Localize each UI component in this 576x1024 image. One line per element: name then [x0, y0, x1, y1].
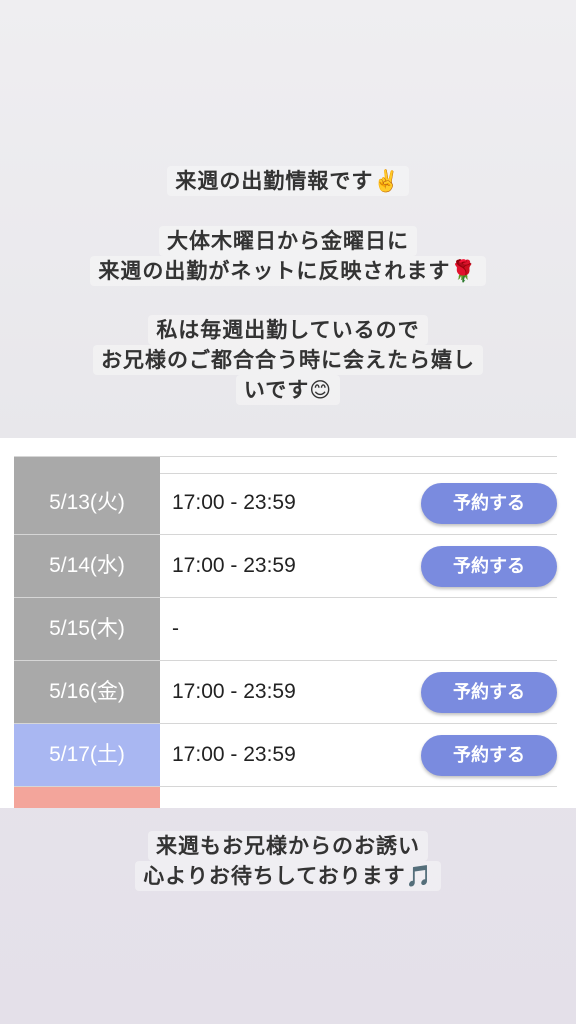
outro-line-2: 心よりお待ちしております🎵	[135, 861, 441, 891]
intro-line-1: 来週の出勤情報です✌️	[167, 166, 409, 196]
intro-line-6: いです😊	[235, 375, 341, 405]
intro-caption: 来週の出勤情報です✌️	[0, 166, 576, 196]
intro-line-3: 来週の出勤がネットに反映されます🌹	[90, 256, 486, 286]
reserve-button[interactable]: 予約する	[421, 672, 557, 713]
schedule-row: 5/13(火) 17:00 - 23:59 予約する	[14, 472, 557, 535]
intro-line-2: 大体木曜日から金曜日に	[159, 226, 417, 256]
schedule-row-saturday: 5/17(土) 17:00 - 23:59 予約する	[14, 724, 557, 787]
date-cell: 5/16(金)	[14, 661, 160, 723]
date-cell: 5/15(木)	[14, 598, 160, 660]
reserve-button[interactable]: 予約する	[421, 483, 557, 524]
date-cell: 5/13(火)	[14, 472, 160, 534]
intro-line-5: お兄様のご都合合う時に会えたら嬉し	[93, 345, 483, 375]
schedule-row: 5/15(木) -	[14, 598, 557, 661]
schedule-row: 5/16(金) 17:00 - 23:59 予約する	[14, 661, 557, 724]
time-cell: 17:00 - 23:59	[172, 554, 296, 577]
reserve-button[interactable]: 予約する	[421, 546, 557, 587]
date-cell: 5/14(水)	[14, 535, 160, 597]
time-cell: -	[172, 617, 179, 640]
intro-line-4: 私は毎週出勤しているので	[148, 315, 428, 345]
intro-caption-3: 私は毎週出勤しているので お兄様のご都合合う時に会えたら嬉し いです😊	[0, 315, 576, 405]
date-cell-partial	[14, 457, 160, 473]
schedule-table: 5/13(火) 17:00 - 23:59 予約する 5/14(水) 17:00…	[0, 438, 576, 808]
time-cell: 17:00 - 23:59	[172, 491, 296, 514]
reserve-button[interactable]: 予約する	[421, 735, 557, 776]
next-row-partial-sunday	[14, 787, 160, 808]
schedule-row: 5/14(水) 17:00 - 23:59 予約する	[14, 535, 557, 598]
outro-caption: 来週もお兄様からのお誘い 心よりお待ちしております🎵	[0, 831, 576, 891]
time-cell: 17:00 - 23:59	[172, 743, 296, 766]
time-cell: 17:00 - 23:59	[172, 680, 296, 703]
date-cell: 5/17(土)	[14, 724, 160, 786]
intro-caption-2: 大体木曜日から金曜日に 来週の出勤がネットに反映されます🌹	[0, 226, 576, 286]
outro-line-1: 来週もお兄様からのお誘い	[148, 831, 428, 861]
